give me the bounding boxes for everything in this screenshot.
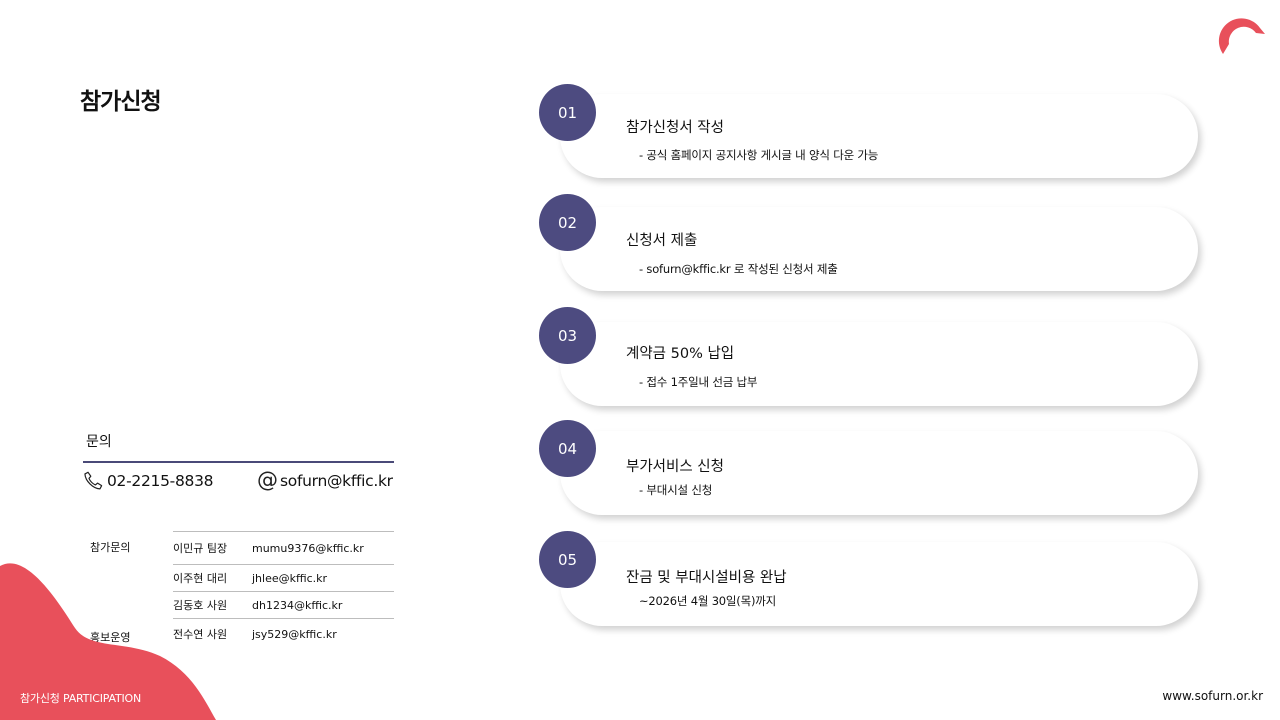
step-title: 신청서 제출 bbox=[626, 233, 698, 249]
contact-heading: 문의 bbox=[86, 434, 112, 450]
step-title: 부가서비스 신청 bbox=[626, 459, 724, 475]
step-card bbox=[560, 322, 1198, 406]
step-02: 02 신청서 제출 - sofurn@kffic.kr 로 작성된 신청서 제출 bbox=[539, 194, 1200, 291]
step-title: 잔금 및 부대시설비용 완납 bbox=[626, 570, 787, 586]
phone-contact[interactable]: 02-2215-8838 bbox=[82, 470, 214, 492]
step-number-badge: 04 bbox=[539, 420, 596, 477]
step-number-badge: 05 bbox=[539, 531, 596, 588]
step-description: - 접수 1주일내 선금 납부 bbox=[639, 375, 758, 389]
footer-section-label: 참가신청 PARTICIPATION bbox=[20, 692, 142, 705]
contact-email: sofurn@kffic.kr bbox=[280, 471, 393, 490]
at-sign-icon: @ bbox=[257, 468, 278, 492]
step-number-badge: 03 bbox=[539, 307, 596, 364]
email-contact[interactable]: @ sofurn@kffic.kr bbox=[257, 470, 393, 491]
step-description: - sofurn@kffic.kr 로 작성된 신청서 제출 bbox=[639, 262, 838, 276]
contact-divider bbox=[83, 461, 394, 463]
step-number-badge: 02 bbox=[539, 194, 596, 251]
step-05: 05 잔금 및 부대시설비용 완납 ~2026년 4월 30일(목)까지 bbox=[539, 531, 1200, 626]
step-description: ~2026년 4월 30일(목)까지 bbox=[639, 594, 777, 608]
step-title: 계약금 50% 납입 bbox=[626, 346, 735, 362]
step-number-badge: 01 bbox=[539, 84, 596, 141]
phone-number: 02-2215-8838 bbox=[107, 472, 214, 490]
brand-logo-icon bbox=[1218, 18, 1265, 55]
step-title: 참가신청서 작성 bbox=[626, 120, 724, 136]
step-description: - 부대시설 신청 bbox=[639, 483, 713, 497]
step-01: 01 참가신청서 작성 - 공식 홈페이지 공지사항 게시글 내 양식 다운 가… bbox=[539, 84, 1200, 178]
staff-email[interactable]: jhlee@kffic.kr bbox=[252, 564, 394, 592]
step-03: 03 계약금 50% 납입 - 접수 1주일내 선금 납부 bbox=[539, 307, 1200, 406]
footer-website-link[interactable]: www.sofurn.or.kr bbox=[1162, 689, 1263, 703]
step-04: 04 부가서비스 신청 - 부대시설 신청 bbox=[539, 420, 1200, 515]
staff-email[interactable]: jsy529@kffic.kr bbox=[252, 619, 394, 650]
page-title: 참가신청 bbox=[80, 89, 162, 115]
phone-icon bbox=[84, 471, 103, 490]
staff-email[interactable]: mumu9376@kffic.kr bbox=[252, 531, 394, 565]
staff-email[interactable]: dh1234@kffic.kr bbox=[252, 591, 394, 619]
step-description: - 공식 홈페이지 공지사항 게시글 내 양식 다운 가능 bbox=[639, 148, 879, 162]
